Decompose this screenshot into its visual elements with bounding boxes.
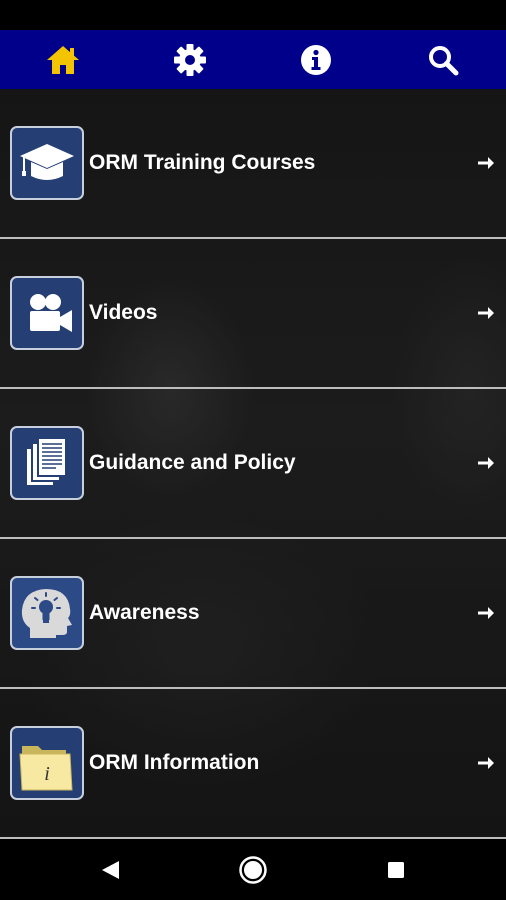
divider [0,837,506,839]
graduation-cap-icon [10,126,84,200]
info-folder-icon: i [10,726,84,800]
menu-item-videos[interactable]: Videos [0,239,506,387]
arrow-right-icon [478,157,494,169]
svg-text:i: i [44,763,50,785]
recents-button[interactable] [325,840,468,900]
search-button[interactable] [380,30,506,89]
info-icon [301,44,332,75]
menu-item-orm-information[interactable]: i ORM Information [0,689,506,837]
back-icon [102,861,119,879]
status-bar [0,0,506,30]
menu-item-label: ORM Information [89,751,260,774]
info-button[interactable] [253,30,380,89]
settings-button[interactable] [127,30,254,89]
back-button[interactable] [39,840,182,900]
arrow-right-icon [478,457,494,469]
system-home-button[interactable] [182,840,325,900]
menu-item-awareness[interactable]: Awareness [0,539,506,687]
arrow-right-icon [478,757,494,769]
menu-list: ORM Training Courses Videos Guidance and… [0,89,506,839]
documents-icon [10,426,84,500]
recents-icon [388,862,404,878]
home-icon [47,45,80,74]
lightbulb-head-icon [10,576,84,650]
gear-icon [173,43,206,76]
system-navigation-bar [0,840,506,900]
search-icon [428,45,459,75]
menu-item-orm-training-courses[interactable]: ORM Training Courses [0,89,506,237]
top-nav-bar [0,30,506,89]
menu-item-label: Videos [89,301,158,324]
menu-item-guidance-and-policy[interactable]: Guidance and Policy [0,389,506,537]
arrow-right-icon [478,607,494,619]
menu-item-label: ORM Training Courses [89,151,316,174]
menu-item-label: Awareness [89,601,200,624]
arrow-right-icon [478,307,494,319]
home-circle-icon [239,856,267,884]
menu-item-label: Guidance and Policy [89,451,296,474]
home-button[interactable] [0,30,127,89]
video-camera-icon [10,276,84,350]
